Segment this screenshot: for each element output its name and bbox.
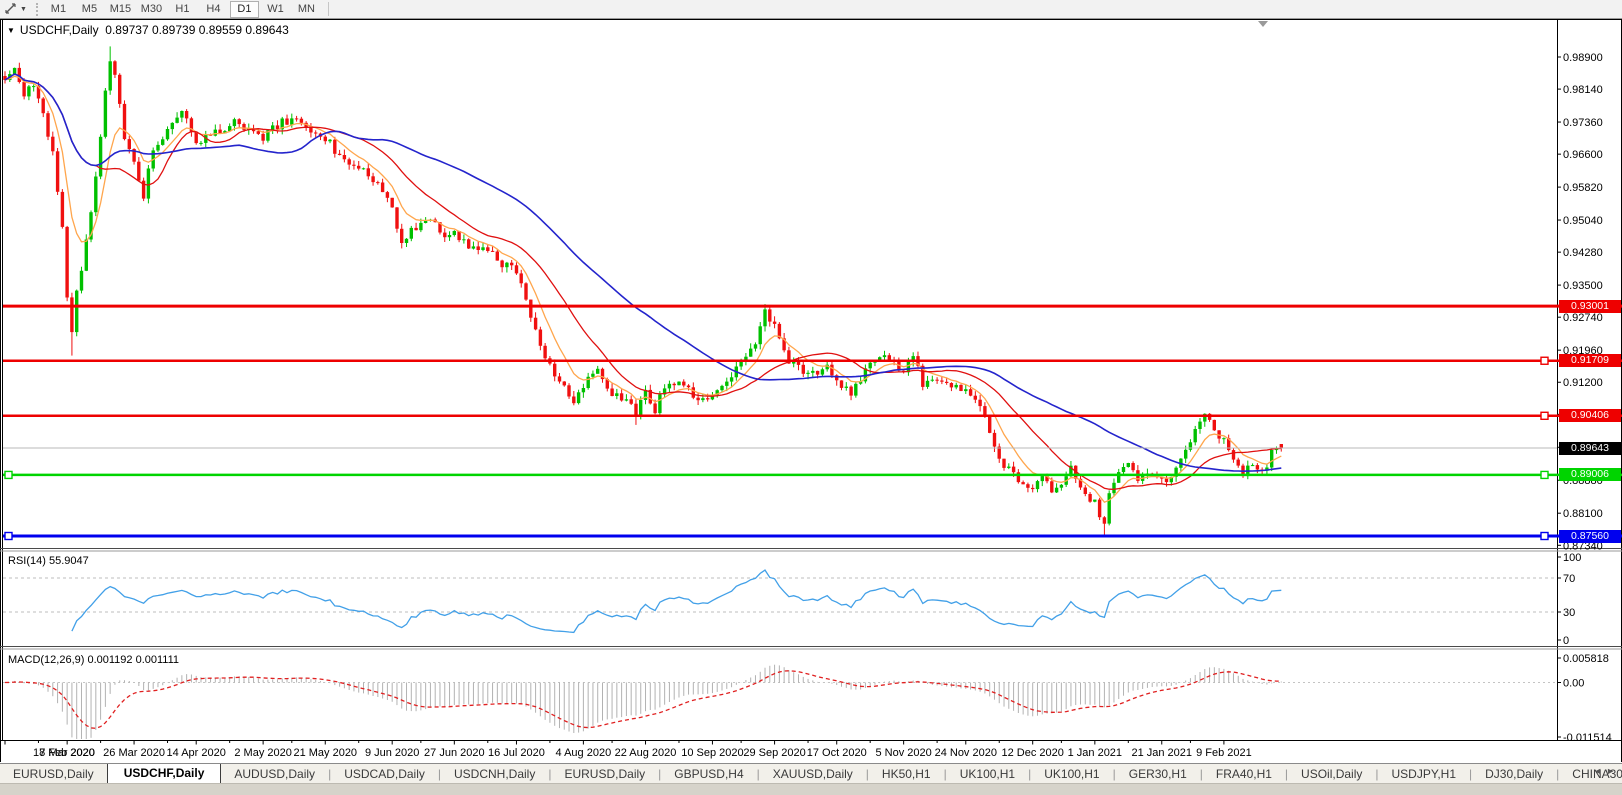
chart-title: ▼ USDCHF,Daily 0.89737 0.89739 0.89559 0.…	[7, 23, 289, 37]
chart-ohlc-values: 0.89737 0.89739 0.89559 0.89643	[105, 23, 289, 37]
price-axis-label: 0.95820	[1563, 182, 1603, 194]
candlestick-series	[3, 46, 1283, 536]
chart-tab-xauusd-daily[interactable]: XAUUSD,Daily	[760, 765, 866, 783]
timeframe-button-m30[interactable]: M30	[137, 1, 166, 18]
date-label: 5 Nov 2020	[876, 747, 932, 759]
rsi-axis-label: 70	[1563, 573, 1575, 585]
timeframe-button-m1[interactable]: M1	[44, 1, 73, 18]
timeframe-button-h4[interactable]: H4	[199, 1, 228, 18]
price-axis-label: 0.94280	[1563, 247, 1603, 259]
rsi-line	[71, 569, 1282, 634]
price-badge: 0.91709	[1559, 354, 1621, 368]
chart-tabs-bar: EURUSD,Daily USDCHF,Daily AUDUSD,Daily | USD…	[0, 763, 1622, 783]
price-axis-label: 0.98140	[1563, 84, 1603, 96]
price-axis-label: 0.88100	[1563, 508, 1603, 520]
date-label: 10 Sep 2020	[681, 747, 743, 759]
price-badge: 0.90406	[1559, 409, 1621, 423]
price-axis-label: 0.98900	[1563, 52, 1603, 64]
macd-axis-label: 0.005818	[1563, 653, 1609, 665]
date-label: 1 Jan 2021	[1068, 747, 1122, 759]
date-label: 24 Nov 2020	[935, 747, 997, 759]
macd-histogram	[9, 664, 1282, 739]
price-badge: 0.89006	[1559, 468, 1621, 482]
chart-tab-usoil-daily[interactable]: USOil,Daily	[1288, 765, 1375, 783]
chart-tab-hk50-h1[interactable]: HK50,H1	[869, 765, 944, 783]
chart-tab-eurusd-daily[interactable]: EURUSD,Daily	[0, 765, 107, 783]
toolbar-separator	[327, 2, 329, 16]
status-bar	[0, 783, 1622, 795]
timeframe-button-mn[interactable]: MN	[292, 1, 321, 18]
price-axis-label: 0.93500	[1563, 280, 1603, 292]
timeframe-button-h1[interactable]: H1	[168, 1, 197, 18]
price-axis-label: 0.96600	[1563, 149, 1603, 161]
date-label: 26 Mar 2020	[103, 747, 165, 759]
price-axis-label: 0.92740	[1563, 312, 1603, 324]
macd-axis-label: -0.011514	[1563, 732, 1612, 744]
date-label: 7 Mar 2020	[39, 747, 95, 759]
tab-scroll-arrows: ◄►	[1593, 766, 1619, 776]
line-handle[interactable]	[1540, 411, 1549, 420]
caret-down-icon[interactable]: ▼	[20, 6, 27, 13]
toolbar-grip	[35, 2, 38, 16]
date-label: 29 Sep 2020	[743, 747, 805, 759]
rsi-indicator-label: RSI(14) 55.9047	[8, 555, 89, 567]
chart-symbol: USDCHF,Daily	[19, 23, 99, 37]
rsi-axis-label: 0	[1563, 635, 1569, 647]
chart-cursor-icon[interactable]	[4, 1, 18, 18]
line-handle[interactable]	[1540, 470, 1549, 480]
top-toolbar: ▼ M1 M5 M15 M30 H1 H4 D1 W1 MN	[0, 0, 1622, 19]
price-axis-label: 0.97360	[1563, 117, 1603, 129]
price-axis-label: 0.95040	[1563, 215, 1603, 227]
date-label: 16 Jul 2020	[488, 747, 545, 759]
rsi-axis-label: 100	[1563, 552, 1581, 564]
date-label: 21 Jan 2021	[1131, 747, 1192, 759]
line-handle[interactable]	[1540, 356, 1549, 365]
timeframe-button-w1[interactable]: W1	[261, 1, 290, 18]
macd-indicator-label: MACD(12,26,9) 0.001192 0.001111	[8, 654, 180, 666]
price-badge: 0.89643	[1559, 441, 1621, 455]
timeframe-button-d1[interactable]: D1	[229, 0, 259, 18]
price-badge: 0.87560	[1559, 529, 1621, 543]
chart-canvas[interactable]: 0.98900 0.98140 0.97360 0.96600 0.95820 0.950…	[0, 0, 1622, 794]
date-label: 17 Oct 2020	[807, 747, 867, 759]
chart-tab-usdcad-daily[interactable]: USDCAD,Daily	[331, 765, 438, 783]
rsi-axis-label: 30	[1563, 607, 1575, 619]
chart-shift-marker[interactable]	[1258, 21, 1268, 27]
chart-tab-eurusd-daily[interactable]: EURUSD,Daily	[551, 765, 658, 783]
timeframe-button-m15[interactable]: M15	[106, 1, 135, 18]
chart-tab-ger30-h1[interactable]: GER30,H1	[1116, 765, 1200, 783]
date-label: 9 Jun 2020	[365, 747, 419, 759]
line-handle[interactable]	[4, 531, 13, 541]
date-label: 14 Apr 2020	[167, 747, 226, 759]
price-badge: 0.93001	[1559, 299, 1621, 313]
chart-tab-usdcnh-daily[interactable]: USDCNH,Daily	[441, 765, 548, 783]
chart-tab-dj30-daily[interactable]: DJ30,Daily	[1472, 765, 1556, 783]
date-label: 22 Aug 2020	[615, 747, 677, 759]
date-label: 27 Jun 2020	[424, 747, 485, 759]
chart-tab-usdchf-daily[interactable]: USDCHF,Daily	[106, 764, 222, 783]
chart-tab-gbpusd-h4[interactable]: GBPUSD,H4	[661, 765, 756, 783]
chart-tab-usdjpy-h1[interactable]: USDJPY,H1	[1379, 765, 1469, 783]
price-axis-label: 0.91200	[1563, 377, 1603, 389]
date-label: 2 May 2020	[234, 747, 291, 759]
chart-tab-audusd-daily[interactable]: AUDUSD,Daily	[221, 765, 328, 783]
chart-tab-uk100-h1[interactable]: UK100,H1	[1031, 765, 1112, 783]
chart-tab-fra40-h1[interactable]: FRA40,H1	[1203, 765, 1285, 783]
chart-tab-uk100-h1[interactable]: UK100,H1	[947, 765, 1028, 783]
date-label: 12 Dec 2020	[1002, 747, 1064, 759]
date-label: 21 May 2020	[293, 747, 357, 759]
scroll-left-icon[interactable]: ◄	[1593, 766, 1606, 776]
date-label: 4 Aug 2020	[556, 747, 612, 759]
macd-axis-label: 0.00	[1563, 678, 1584, 690]
date-label: 9 Feb 2021	[1196, 747, 1252, 759]
timeframe-button-m5[interactable]: M5	[75, 1, 104, 18]
scroll-right-icon[interactable]: ►	[1606, 766, 1619, 776]
line-handle[interactable]	[4, 470, 13, 480]
caret-down-icon[interactable]: ▼	[7, 26, 15, 35]
line-handle[interactable]	[1540, 531, 1549, 541]
timeframe-buttons: M1 M5 M15 M30 H1 H4 D1 W1 MN	[43, 0, 322, 18]
